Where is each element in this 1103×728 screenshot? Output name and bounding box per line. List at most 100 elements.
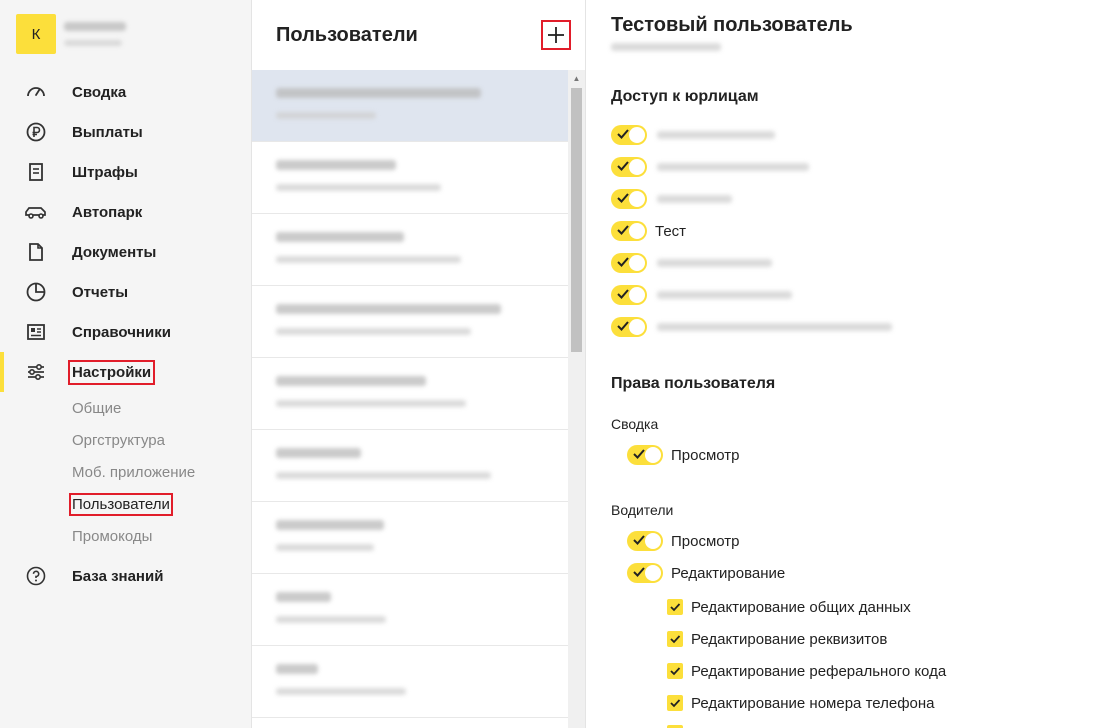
check-icon [617, 161, 629, 171]
checkbox[interactable] [667, 631, 683, 647]
check-icon [670, 603, 681, 612]
receipt-icon [24, 160, 48, 184]
edit-general-data-checkbox[interactable]: Редактирование общих данных [667, 596, 911, 618]
edit-requisites-checkbox[interactable]: Редактирование реквизитов [667, 628, 887, 650]
toggle-switch[interactable] [627, 531, 663, 551]
legal-entity-toggle[interactable] [611, 283, 792, 307]
toggle-switch[interactable] [627, 445, 663, 465]
legal-entity-label: Тест [655, 222, 687, 240]
nav-item-directories[interactable]: Справочники [0, 312, 252, 352]
user-title: Тестовый пользователь [611, 14, 853, 36]
user-row[interactable] [252, 574, 568, 646]
settings-sub-mobile-app[interactable]: Моб. приложение [0, 456, 252, 488]
nav-label: Штрафы [72, 163, 138, 181]
settings-sub-users-label: Пользователи [69, 492, 173, 516]
scroll-up-icon[interactable]: ▲ [568, 70, 585, 86]
check-icon [617, 129, 629, 139]
check-icon [633, 535, 645, 545]
add-user-button[interactable] [541, 20, 571, 50]
nav-item-summary[interactable]: Сводка [0, 72, 252, 112]
nav-label: Сводка [72, 83, 127, 101]
pie-chart-icon [24, 280, 48, 304]
toggle-switch[interactable] [611, 221, 647, 241]
company-switcher[interactable]: К [16, 14, 126, 54]
question-icon [24, 564, 48, 588]
check-icon [617, 257, 629, 267]
user-detail: Тестовый пользователь Доступ к юрлицам Т… [587, 0, 1103, 728]
group-drivers-title: Водители [611, 502, 674, 518]
toggle-switch[interactable] [611, 285, 647, 305]
legal-entity-toggle[interactable] [611, 155, 809, 179]
legal-entity-toggle[interactable] [611, 123, 775, 147]
toggle-switch[interactable] [611, 189, 647, 209]
users-list [252, 70, 568, 728]
nav-label: Документы [72, 243, 157, 261]
check-icon [670, 699, 681, 708]
legal-entity-toggle[interactable]: Тест [611, 219, 686, 243]
company-name-blurred [64, 22, 126, 46]
next-option-checkbox-partial[interactable] [667, 722, 683, 728]
legal-access-title: Доступ к юрлицам [611, 88, 759, 105]
checkbox[interactable] [667, 695, 683, 711]
legal-entity-toggle[interactable] [611, 315, 892, 339]
user-row[interactable] [252, 70, 568, 142]
check-icon [617, 225, 629, 235]
checkbox-label: Редактирование реферального кода [691, 662, 947, 680]
settings-sub-promocodes[interactable]: Промокоды [0, 520, 252, 552]
check-icon [617, 289, 629, 299]
edit-phone-number-checkbox[interactable]: Редактирование номера телефона [667, 692, 935, 714]
legal-entity-toggle[interactable] [611, 187, 732, 211]
group-summary-title: Сводка [611, 416, 659, 432]
nav-item-fleet[interactable]: Автопарк [0, 192, 252, 232]
user-row[interactable] [252, 430, 568, 502]
settings-sub-org-structure[interactable]: Оргструктура [0, 424, 252, 456]
ruble-icon [24, 120, 48, 144]
check-icon [617, 193, 629, 203]
nav-item-documents[interactable]: Документы [0, 232, 252, 272]
nav-label: Настройки [67, 359, 156, 385]
check-icon [670, 635, 681, 644]
user-row[interactable] [252, 214, 568, 286]
user-row[interactable] [252, 142, 568, 214]
toggle-switch[interactable] [611, 157, 647, 177]
checkbox-label: Редактирование общих данных [691, 598, 911, 616]
toggle-switch[interactable] [611, 317, 647, 337]
toggle-switch[interactable] [611, 125, 647, 145]
company-avatar[interactable]: К [16, 14, 56, 54]
nav-item-reports[interactable]: Отчеты [0, 272, 252, 312]
user-rights-title: Права пользователя [611, 375, 776, 392]
toggle-label: Редактирование [671, 564, 786, 582]
user-row[interactable] [252, 646, 568, 718]
drivers-edit-toggle[interactable]: Редактирование [627, 561, 785, 585]
settings-sub-users[interactable]: Пользователи [0, 488, 252, 520]
toggle-label: Просмотр [671, 532, 740, 550]
nav-label: Справочники [72, 323, 171, 341]
settings-sub-general[interactable]: Общие [0, 392, 252, 424]
checkbox-label: Редактирование номера телефона [691, 694, 935, 712]
checkbox[interactable] [667, 599, 683, 615]
nav-label: Автопарк [72, 203, 143, 221]
summary-view-toggle[interactable]: Просмотр [627, 443, 740, 467]
scrollbar-thumb[interactable] [571, 88, 582, 352]
edit-referral-code-checkbox[interactable]: Редактирование реферального кода [667, 660, 946, 682]
nav-item-payouts[interactable]: Выплаты [0, 112, 252, 152]
user-row[interactable] [252, 358, 568, 430]
plus-icon [548, 27, 564, 43]
check-icon [633, 449, 645, 459]
toggle-switch[interactable] [627, 563, 663, 583]
nav-label: База знаний [72, 567, 164, 585]
toggle-switch[interactable] [611, 253, 647, 273]
user-row[interactable] [252, 286, 568, 358]
user-row[interactable] [252, 502, 568, 574]
users-scrollbar[interactable]: ▲ [568, 70, 585, 728]
nav-item-knowledge-base[interactable]: База знаний [0, 556, 252, 596]
checkbox[interactable] [667, 663, 683, 679]
checkbox-label: Редактирование реквизитов [691, 630, 888, 648]
users-title: Пользователи [276, 23, 418, 46]
toggle-label: Просмотр [671, 446, 740, 464]
nav-item-settings[interactable]: Настройки [0, 352, 252, 392]
drivers-view-toggle[interactable]: Просмотр [627, 529, 740, 553]
nav-item-fines[interactable]: Штрафы [0, 152, 252, 192]
users-header: Пользователи [252, 0, 585, 70]
legal-entity-toggle[interactable] [611, 251, 772, 275]
